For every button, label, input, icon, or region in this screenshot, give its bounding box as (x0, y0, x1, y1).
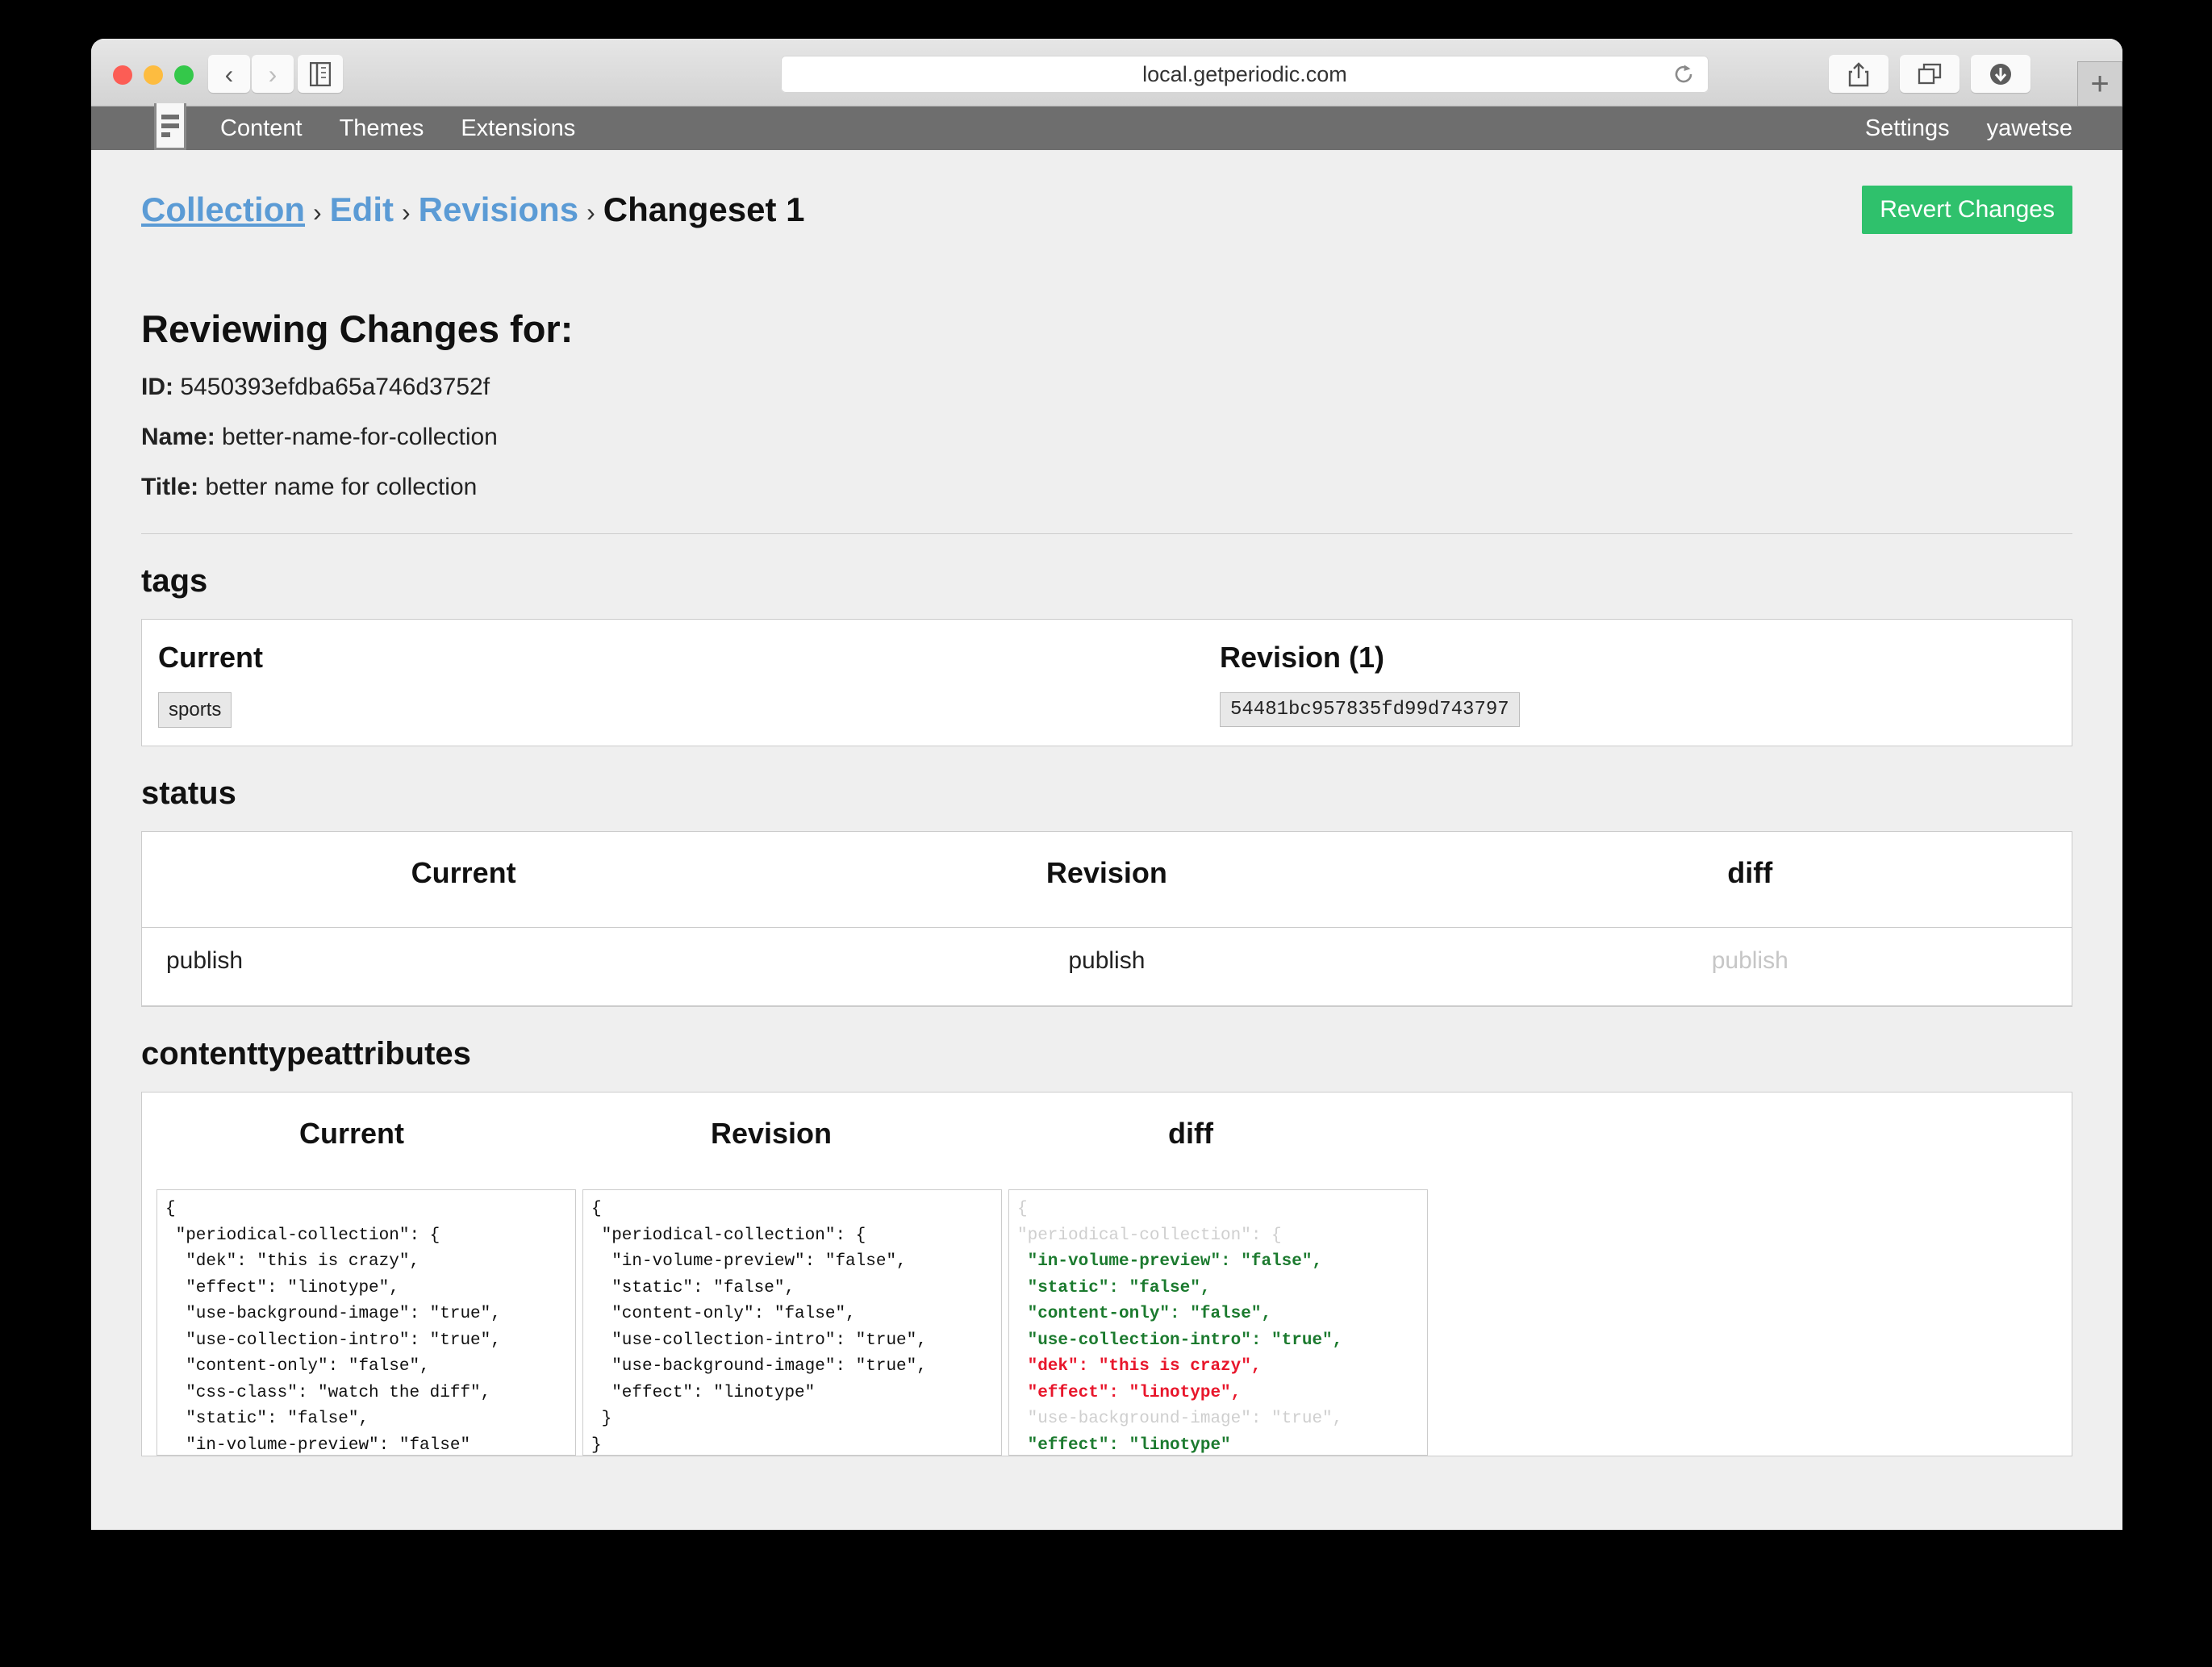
navigation-buttons: ‹ › (208, 55, 294, 93)
status-cell-diff: publish (1428, 927, 2072, 1006)
reload-icon[interactable] (1670, 61, 1697, 88)
downloads-icon[interactable] (1971, 55, 2030, 93)
status-panel: Current Revision diff publish publish pu… (141, 831, 2072, 1007)
periodic-logo-icon[interactable] (154, 103, 186, 150)
browser-toolbar-buttons (1829, 55, 2030, 93)
record-title-row: Title: better name for collection (141, 474, 2072, 501)
record-id-value: 5450393efdba65a746d3752f (180, 374, 490, 400)
status-header-current: Current (142, 832, 786, 928)
tags-current-column: Current sports (158, 641, 1107, 728)
forward-icon[interactable]: › (252, 55, 294, 93)
contenttypeattributes-panel: Current Revision diff { "periodical-coll… (141, 1092, 2072, 1456)
page-content: Collection › Edit › Revisions › Changese… (91, 150, 2122, 1530)
breadcrumb-item-collection[interactable]: Collection (141, 190, 305, 229)
status-header-revision: Revision (785, 832, 1429, 928)
tags-current-header: Current (158, 641, 264, 674)
record-title-label: Title: (141, 474, 199, 500)
nav-item-content[interactable]: Content (220, 115, 303, 142)
tabs-overview-icon[interactable] (1900, 55, 1959, 93)
back-icon[interactable]: ‹ (208, 55, 250, 93)
record-name-row: Name: better-name-for-collection (141, 424, 2072, 451)
status-header-diff: diff (1428, 832, 2072, 928)
code-panel-diff[interactable]: { "periodical-collection": { "in-volume-… (1008, 1189, 1428, 1456)
close-window-button[interactable] (113, 65, 132, 85)
divider (141, 533, 2072, 534)
page-title: Reviewing Changes for: (141, 307, 574, 350)
nav-item-extensions[interactable]: Extensions (461, 115, 575, 142)
code-panel-current[interactable]: { "periodical-collection": { "dek": "thi… (157, 1189, 576, 1456)
window-traffic-lights (113, 65, 194, 85)
desktop-background: ‹ › local.getperiodic.com + Content Them… (0, 0, 2212, 1667)
breadcrumb-item-edit[interactable]: Edit (330, 190, 394, 229)
nav-item-themes[interactable]: Themes (340, 115, 424, 142)
nav-item-user[interactable]: yawetse (1987, 115, 2072, 142)
breadcrumb-row: Collection › Edit › Revisions › Changese… (141, 150, 2072, 234)
record-name-label: Name: (141, 424, 215, 450)
table-row: publish publish publish (142, 927, 2072, 1006)
nav-item-settings[interactable]: Settings (1865, 115, 1950, 142)
url-text: local.getperiodic.com (1142, 61, 1347, 86)
cta-header-diff: diff (1168, 1117, 1213, 1150)
revert-changes-button[interactable]: Revert Changes (1862, 186, 2072, 234)
breadcrumb-item-revisions[interactable]: Revisions (419, 190, 578, 229)
app-nav-links: Content Themes Extensions (220, 115, 575, 142)
new-tab-button[interactable]: + (2077, 61, 2122, 107)
record-id-row: ID: 5450393efdba65a746d3752f (141, 374, 2072, 401)
breadcrumb: Collection › Edit › Revisions › Changese… (141, 190, 804, 229)
cta-header-current: Current (298, 1117, 404, 1150)
breadcrumb-separator: › (586, 198, 595, 227)
sidebar-toggle-icon[interactable] (298, 55, 343, 93)
code-panel-revision[interactable]: { "periodical-collection": { "in-volume-… (582, 1189, 1002, 1456)
status-table-header-row: Current Revision diff (142, 832, 2072, 928)
breadcrumb-separator: › (402, 198, 411, 227)
tags-revision-column: Revision (1) 54481bc957835fd99d743797 (1107, 641, 2055, 728)
status-table: Current Revision diff publish publish pu… (142, 832, 2072, 1006)
record-title-value: better name for collection (205, 474, 478, 500)
tag-chip-revision[interactable]: 54481bc957835fd99d743797 (1220, 692, 1520, 727)
breadcrumb-item-current: Changeset 1 (603, 190, 805, 228)
record-id-label: ID: (141, 374, 173, 400)
browser-titlebar: ‹ › local.getperiodic.com + (91, 39, 2122, 107)
app-nav-right: Settings yawetse (1865, 115, 2072, 142)
app-navbar: Content Themes Extensions Settings yawet… (91, 103, 2122, 150)
minimize-window-button[interactable] (144, 65, 163, 85)
section-title-tags: tags (141, 563, 208, 599)
breadcrumb-separator: › (313, 198, 322, 227)
share-icon[interactable] (1829, 55, 1889, 93)
record-name-value: better-name-for-collection (222, 424, 498, 450)
cta-header-row: Current Revision diff (142, 1093, 2072, 1189)
tags-panel: Current sports Revision (1) 54481bc95783… (141, 619, 2072, 746)
status-cell-revision: publish (785, 927, 1429, 1006)
section-title-contenttypeattributes: contenttypeattributes (141, 1036, 471, 1072)
cta-header-revision: Revision (710, 1117, 833, 1150)
cta-body-row: { "periodical-collection": { "dek": "thi… (142, 1189, 2072, 1456)
status-cell-current: publish (142, 927, 786, 1006)
browser-window: ‹ › local.getperiodic.com + Content Them… (91, 39, 2122, 1530)
tags-revision-header: Revision (1) (1220, 641, 1385, 674)
address-bar[interactable]: local.getperiodic.com (781, 56, 1709, 93)
tag-chip-current[interactable]: sports (158, 692, 232, 728)
section-title-status: status (141, 775, 236, 811)
maximize-window-button[interactable] (174, 65, 194, 85)
